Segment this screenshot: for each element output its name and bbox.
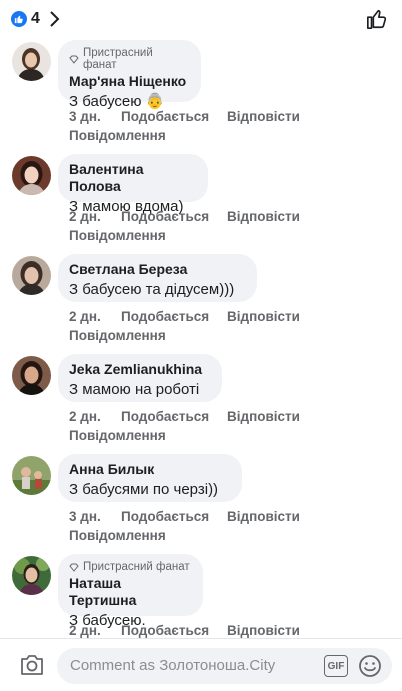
top-fan-badge: Пристрасний фанат bbox=[69, 561, 191, 573]
comment-input-placeholder: Comment as Золотоноша.City bbox=[70, 657, 276, 674]
comment-bubble[interactable]: Анна Билык З бабусями по черзі)) bbox=[58, 454, 242, 502]
badge-label: Пристрасний фанат bbox=[83, 561, 190, 573]
avatar[interactable] bbox=[12, 156, 51, 195]
comment-author[interactable]: Наташа Тертишна bbox=[69, 575, 191, 609]
comment-actions: 2 дн. Подобається Відповісти Повідомлення bbox=[69, 207, 300, 245]
comment-author[interactable]: Анна Билык bbox=[69, 461, 230, 478]
comment-bubble[interactable]: Светлана Береза З бабусею та дідусем))) bbox=[58, 254, 257, 302]
comment-time[interactable]: 2 дн. bbox=[69, 307, 121, 326]
avatar[interactable] bbox=[12, 356, 51, 395]
comment-author[interactable]: Светлана Береза bbox=[69, 261, 245, 278]
comment-author[interactable]: Jeka Zemlianukhina bbox=[69, 361, 210, 378]
comment-text: З бабусею та дідусем))) bbox=[69, 281, 235, 298]
comment-bubble[interactable]: Валентина Полова З мамою вдома) bbox=[58, 154, 208, 215]
report-link[interactable]: Повідомлення bbox=[69, 326, 166, 345]
emoji-smile-icon[interactable] bbox=[358, 654, 382, 678]
diamond-icon bbox=[69, 563, 79, 572]
comments-list: Пристрасний фанат Мар'яна Ніщенко З бабу… bbox=[0, 40, 402, 638]
comment-bubble[interactable]: Пристрасний фанат Мар'яна Ніщенко З бабу… bbox=[58, 40, 201, 110]
like-icon[interactable] bbox=[366, 8, 388, 30]
comment-actions: 2 дн. Подобається Відповісти bbox=[69, 621, 300, 638]
report-link[interactable]: Повідомлення bbox=[69, 426, 166, 445]
avatar[interactable] bbox=[12, 456, 51, 495]
like-link[interactable]: Подобається bbox=[121, 107, 227, 126]
comment-author[interactable]: Валентина Полова bbox=[69, 161, 196, 195]
comment-author[interactable]: Мар'яна Ніщенко bbox=[69, 73, 189, 90]
comment-input[interactable]: Comment as Золотоноша.City GIF bbox=[57, 648, 392, 684]
reply-link[interactable]: Відповісти bbox=[227, 507, 300, 526]
comment-actions: 2 дн. Подобається Відповісти Повідомлення bbox=[69, 307, 300, 345]
like-link[interactable]: Подобається bbox=[121, 207, 227, 226]
comment-time[interactable]: 2 дн. bbox=[69, 207, 121, 226]
like-reaction-icon bbox=[11, 11, 27, 27]
reply-link[interactable]: Відповісти bbox=[227, 407, 300, 426]
comment-actions: 2 дн. Подобається Відповісти Повідомлення bbox=[69, 407, 300, 445]
like-link[interactable]: Подобається bbox=[121, 507, 227, 526]
comment-time[interactable]: 2 дн. bbox=[69, 407, 121, 426]
reaction-count[interactable]: 4 bbox=[31, 10, 40, 28]
like-link[interactable]: Подобається bbox=[121, 621, 227, 638]
reply-link[interactable]: Відповісти bbox=[227, 621, 300, 638]
comment-text: З мамою на роботі bbox=[69, 381, 200, 398]
reply-link[interactable]: Відповісти bbox=[227, 207, 300, 226]
comment-text: З бабусями по черзі)) bbox=[69, 481, 219, 498]
badge-label: Пристрасний фанат bbox=[82, 47, 153, 71]
reply-link[interactable]: Відповісти bbox=[227, 307, 300, 326]
gif-button[interactable]: GIF bbox=[324, 655, 348, 677]
chevron-right-icon[interactable] bbox=[49, 10, 61, 28]
comment-actions: 3 дн. Подобається Відповісти Повідомлення bbox=[69, 507, 300, 545]
comment-composer: Comment as Золотоноша.City GIF bbox=[0, 638, 402, 691]
report-link[interactable]: Повідомлення bbox=[69, 126, 166, 145]
avatar[interactable] bbox=[12, 42, 51, 81]
comment-bubble[interactable]: Пристрасний фанат Наташа Тертишна З бабу… bbox=[58, 554, 203, 629]
comment-time[interactable]: 2 дн. bbox=[69, 621, 121, 638]
comment-actions: 3 дн. Подобається Відповісти Повідомлення bbox=[69, 107, 300, 145]
comment-time[interactable]: 3 дн. bbox=[69, 507, 121, 526]
comment-time[interactable]: 3 дн. bbox=[69, 107, 121, 126]
reactions-bar[interactable]: 4 bbox=[0, 0, 402, 40]
report-link[interactable]: Повідомлення bbox=[69, 226, 166, 245]
diamond-icon bbox=[69, 55, 79, 64]
comment-bubble[interactable]: Jeka Zemlianukhina З мамою на роботі bbox=[58, 354, 222, 402]
avatar[interactable] bbox=[12, 256, 51, 295]
report-link[interactable]: Повідомлення bbox=[69, 526, 166, 545]
avatar[interactable] bbox=[12, 556, 51, 595]
reply-link[interactable]: Відповісти bbox=[227, 107, 300, 126]
like-link[interactable]: Подобається bbox=[121, 407, 227, 426]
top-fan-badge: Пристрасний фанат bbox=[69, 47, 189, 71]
camera-icon[interactable] bbox=[19, 653, 45, 677]
like-link[interactable]: Подобається bbox=[121, 307, 227, 326]
